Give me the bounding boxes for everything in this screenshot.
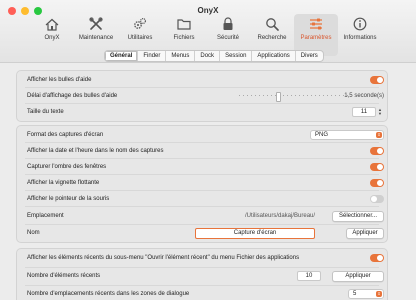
help-delay-row: Délai d'affichage des bulles d'aide 1,5 … <box>17 90 387 102</box>
location-path: /Utilisateurs/dakaj/Bureau/ <box>245 213 316 219</box>
recent-items-row: Afficher les éléments récents du sous-me… <box>17 252 387 264</box>
select-location-button[interactable]: Sélectionner... <box>332 210 384 222</box>
thumbnail-row: Afficher la vignette flottante <box>17 177 387 189</box>
sliders-icon <box>308 16 324 32</box>
divider <box>25 224 379 225</box>
name-field[interactable]: Capture d'écran <box>195 227 315 239</box>
recent-locations-select[interactable]: 5 ⇕ <box>348 289 384 299</box>
divider <box>25 158 379 159</box>
general-settings-group: Afficher les bulles d'aide Délai d'affic… <box>16 70 388 122</box>
divider <box>25 103 379 104</box>
text-size-value[interactable]: 11 <box>352 107 376 117</box>
show-date-row: Afficher la date et l'heure dans le nom … <box>17 145 387 157</box>
format-select[interactable]: PNG ⇕ <box>310 130 384 140</box>
recent-items-label: Afficher les éléments récents du sous-me… <box>27 255 300 261</box>
text-size-row: Taille du texte 11 ▲ ▼ <box>17 106 387 118</box>
name-row: Nom Capture d'écran Appliquer <box>17 227 387 239</box>
toolbar-label: Paramètres <box>300 35 332 41</box>
help-bubbles-toggle[interactable] <box>370 76 384 84</box>
help-delay-value: 1,5 seconde(s) <box>344 93 384 99</box>
stepper-arrows[interactable]: ▲ ▼ <box>378 108 384 116</box>
tab-menus[interactable]: Menus <box>166 51 196 61</box>
location-row: Emplacement /Utilisateurs/dakaj/Bureau/ … <box>17 210 387 222</box>
name-label: Nom <box>27 230 40 236</box>
divider <box>25 190 379 191</box>
thumbnail-toggle[interactable] <box>370 179 384 187</box>
toolbar-label: Sécurité <box>216 35 239 41</box>
tab-session[interactable]: Session <box>220 51 253 61</box>
divider <box>25 87 379 88</box>
tab-finder[interactable]: Finder <box>138 51 167 61</box>
wrench-icon <box>88 16 104 32</box>
onyx-window: OnyX OnyX Maintenance Utilitaires Fichie… <box>0 0 416 300</box>
pointer-toggle[interactable] <box>370 195 384 203</box>
apply-recent-count-button[interactable]: Appliquer <box>332 270 384 282</box>
chevron-updown-icon: ⇕ <box>376 132 382 138</box>
tab-bar: Général Finder Menus Dock Session Applic… <box>104 50 324 62</box>
toolbar-label: Recherche <box>257 35 287 41</box>
recent-locations-row: Nombre d'emplacements récents dans les z… <box>17 288 387 300</box>
folder-icon <box>176 16 192 32</box>
lock-icon <box>220 16 236 32</box>
toolbar-informations[interactable]: Informations <box>338 14 382 56</box>
recent-locations-value: 5 <box>353 291 357 297</box>
apply-name-button[interactable]: Appliquer <box>346 227 384 239</box>
slider-track <box>239 95 351 96</box>
tab-dock[interactable]: Dock <box>195 51 221 61</box>
screenshot-settings-group: Format des captures d'écran PNG ⇕ Affich… <box>16 125 388 243</box>
toolbar-label: Maintenance <box>78 35 114 41</box>
thumbnail-label: Afficher la vignette flottante <box>27 180 100 186</box>
divider <box>25 267 379 268</box>
shadow-toggle[interactable] <box>370 163 384 171</box>
text-size-label: Taille du texte <box>27 109 64 115</box>
toolbar-label: OnyX <box>44 35 60 41</box>
slider-thumb[interactable] <box>276 92 282 102</box>
chevron-updown-icon: ⇕ <box>376 291 382 297</box>
show-date-label: Afficher la date et l'heure dans le nom … <box>27 148 164 154</box>
show-date-toggle[interactable] <box>370 147 384 155</box>
pointer-row: Afficher le pointeur de la souris <box>17 193 387 205</box>
tab-general[interactable]: Général <box>105 51 139 61</box>
text-size-stepper[interactable]: 11 ▲ ▼ <box>352 107 384 117</box>
format-value: PNG <box>315 132 329 138</box>
format-row: Format des captures d'écran PNG ⇕ <box>17 129 387 141</box>
gears-icon <box>132 16 148 32</box>
shadow-row: Capturer l'ombre des fenêtres <box>17 161 387 173</box>
search-icon <box>264 16 280 32</box>
location-label: Emplacement <box>27 213 64 219</box>
toolbar-label: Fichiers <box>173 35 195 41</box>
recent-count-stepper[interactable]: 10 <box>297 271 321 281</box>
format-label: Format des captures d'écran <box>27 132 104 138</box>
tab-applications[interactable]: Applications <box>252 51 296 61</box>
help-delay-label: Délai d'affichage des bulles d'aide <box>27 93 118 99</box>
recent-locations-label: Nombre d'emplacements récents dans les z… <box>27 291 190 297</box>
pointer-label: Afficher le pointeur de la souris <box>27 196 110 202</box>
info-icon <box>352 16 368 32</box>
shadow-label: Capturer l'ombre des fenêtres <box>27 164 107 170</box>
tab-divers[interactable]: Divers <box>296 51 323 61</box>
toolbar-label: Informations <box>343 35 377 41</box>
toolbar-onyx[interactable]: OnyX <box>30 14 74 56</box>
divider <box>25 206 379 207</box>
recent-items-group: Afficher les éléments récents du sous-me… <box>16 248 388 300</box>
help-delay-slider[interactable] <box>239 92 351 102</box>
divider <box>25 285 379 286</box>
recent-count-row: Nombre d'éléments récents 10 Appliquer <box>17 270 387 282</box>
help-bubbles-label: Afficher les bulles d'aide <box>27 77 92 83</box>
divider <box>25 174 379 175</box>
house-icon <box>44 16 60 32</box>
help-bubbles-row: Afficher les bulles d'aide <box>17 74 387 86</box>
recent-items-toggle[interactable] <box>370 254 384 262</box>
divider <box>25 142 379 143</box>
recent-count-value[interactable]: 10 <box>297 271 321 281</box>
toolbar-label: Utilitaires <box>127 35 153 41</box>
recent-count-label: Nombre d'éléments récents <box>27 273 101 279</box>
